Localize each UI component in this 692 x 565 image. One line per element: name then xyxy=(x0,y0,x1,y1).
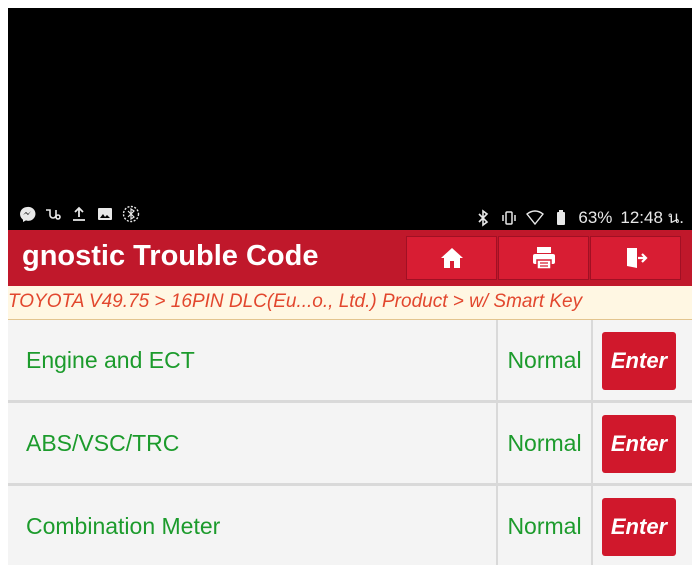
home-icon xyxy=(440,248,463,268)
system-status: Normal xyxy=(496,320,593,400)
system-status: Normal xyxy=(496,486,593,565)
enter-button[interactable]: Enter xyxy=(602,498,676,556)
system-name: Combination Meter xyxy=(26,513,221,539)
upload-icon xyxy=(73,206,85,221)
print-icon xyxy=(532,247,555,270)
list-item: Engine and ECT Normal Enter xyxy=(8,320,692,403)
battery-icon xyxy=(557,209,566,225)
system-list: Engine and ECT Normal Enter ABS/VSC/TRC … xyxy=(8,320,692,565)
vpn-key-icon xyxy=(46,209,61,220)
battery-percent: 63% xyxy=(578,207,613,227)
breadcrumb: TOYOTA V49.75 > 16PIN DLC(Eu...o., Ltd.)… xyxy=(8,286,692,320)
system-name: ABS/VSC/TRC xyxy=(26,430,180,456)
messenger-icon xyxy=(20,206,36,222)
clock: 12:48 น. xyxy=(620,208,684,227)
list-item: Combination Meter Normal Enter xyxy=(8,486,692,565)
page-title: gnostic Trouble Code xyxy=(22,240,319,272)
vibrate-icon xyxy=(502,210,517,225)
list-item: ABS/VSC/TRC Normal Enter xyxy=(8,403,692,486)
bluetooth-icon xyxy=(478,208,489,227)
notification-icons xyxy=(18,205,140,223)
enter-button[interactable]: Enter xyxy=(602,332,676,390)
system-indicators: 63% 12:48 น. xyxy=(474,204,684,231)
system-status: Normal xyxy=(496,403,593,483)
enter-button[interactable]: Enter xyxy=(602,415,676,473)
home-button[interactable] xyxy=(406,236,497,280)
screen-top-blank xyxy=(8,8,692,208)
exit-button[interactable] xyxy=(590,236,681,280)
image-icon xyxy=(98,208,112,220)
system-name: Engine and ECT xyxy=(26,347,195,373)
breadcrumb-text: TOYOTA V49.75 > 16PIN DLC(Eu...o., Ltd.)… xyxy=(8,291,583,312)
wifi-icon xyxy=(526,209,545,225)
status-bar: 63% 12:48 น. xyxy=(8,200,692,230)
bluetooth-circle-icon xyxy=(122,205,140,223)
exit-icon xyxy=(626,248,648,268)
print-button[interactable] xyxy=(498,236,589,280)
app-header: gnostic Trouble Code xyxy=(8,230,692,286)
